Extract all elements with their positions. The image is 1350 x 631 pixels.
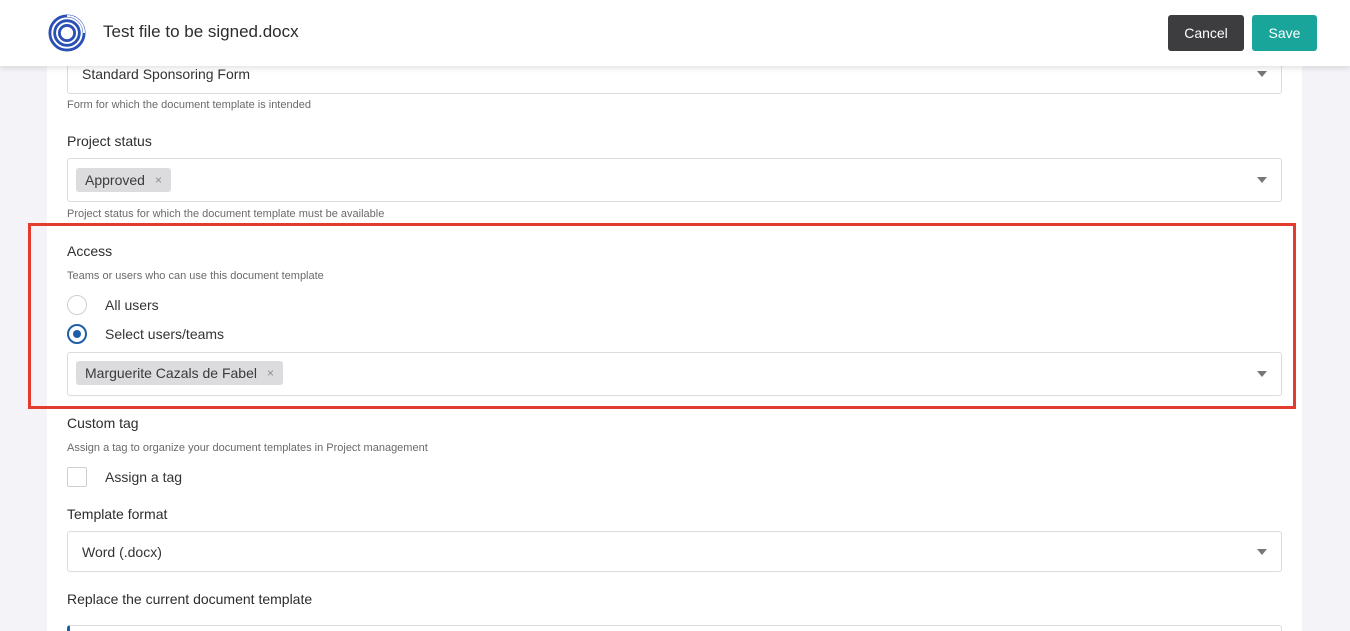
replace-template-label: Replace the current document template [67, 591, 313, 607]
access-users-select[interactable]: Marguerite Cazals de Fabel × [67, 352, 1282, 396]
access-label: Access [67, 243, 113, 259]
save-button[interactable]: Save [1252, 15, 1317, 51]
form-select-value: Standard Sponsoring Form [82, 66, 251, 82]
cancel-button[interactable]: Cancel [1168, 15, 1244, 51]
template-format-label: Template format [67, 506, 168, 522]
spiral-logo-icon [48, 14, 86, 52]
radio-select-users-teams-label[interactable]: Select users/teams [105, 326, 224, 342]
replace-template-dropzone[interactable] [67, 625, 1282, 631]
chip-label: Marguerite Cazals de Fabel [85, 365, 257, 381]
assign-tag-label[interactable]: Assign a tag [105, 469, 182, 485]
page-gutter [1302, 66, 1350, 631]
custom-tag-help: Assign a tag to organize your document t… [67, 442, 428, 454]
chip-remove-icon[interactable]: × [155, 173, 162, 187]
radio-all-users[interactable] [67, 295, 87, 315]
access-help: Teams or users who can use this document… [67, 270, 324, 282]
chevron-down-icon[interactable] [1257, 548, 1267, 555]
document-title: Test file to be signed.docx [103, 22, 299, 41]
radio-all-users-label[interactable]: All users [105, 297, 159, 313]
assign-tag-checkbox[interactable] [67, 467, 87, 487]
template-format-select[interactable]: Word (.docx) [67, 531, 1282, 572]
form-select-help: Form for which the document template is … [67, 99, 311, 111]
top-bar: Test file to be signed.docx Cancel Save [0, 0, 1350, 66]
chevron-down-icon[interactable] [1257, 70, 1267, 77]
status-chip-approved: Approved × [76, 168, 171, 192]
chevron-down-icon[interactable] [1257, 177, 1267, 183]
template-format-value: Word (.docx) [82, 544, 162, 560]
project-status-label: Project status [67, 133, 152, 149]
chip-remove-icon[interactable]: × [267, 366, 274, 380]
chip-label: Approved [85, 172, 145, 188]
user-chip: Marguerite Cazals de Fabel × [76, 361, 283, 385]
radio-select-users-teams[interactable] [67, 324, 87, 344]
project-status-select[interactable]: Approved × [67, 158, 1282, 202]
custom-tag-label: Custom tag [67, 415, 139, 431]
chevron-down-icon[interactable] [1257, 371, 1267, 377]
project-status-help: Project status for which the document te… [67, 208, 385, 220]
